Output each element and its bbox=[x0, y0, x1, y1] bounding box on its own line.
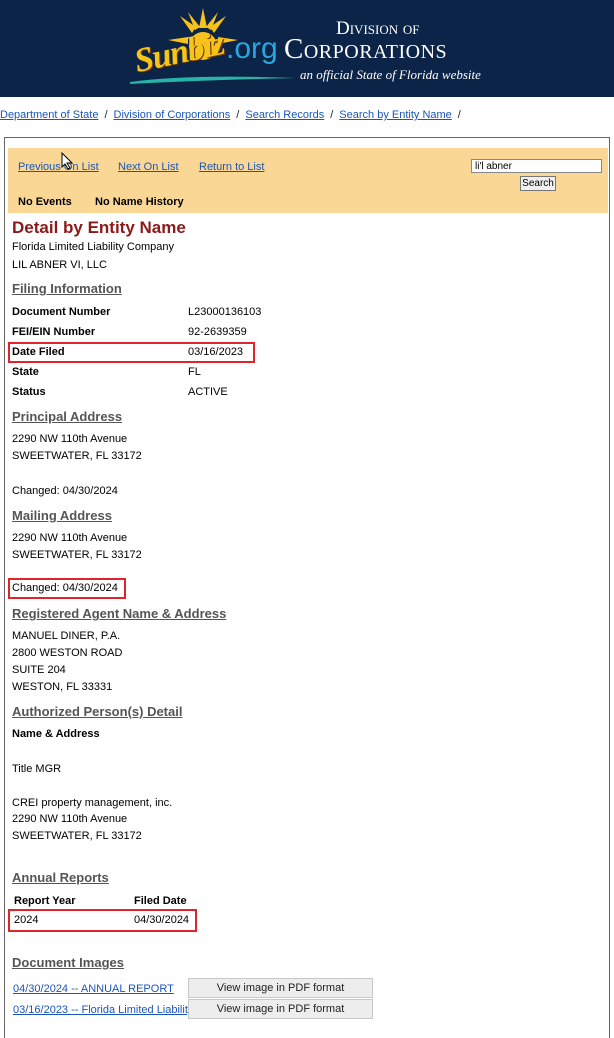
document-link-florida-llc[interactable]: 03/16/2023 -- Florida Limited Liability bbox=[13, 1004, 188, 1016]
principal-address-line1: 2290 NW 110th Avenue bbox=[12, 433, 128, 445]
org-logo-text: .org bbox=[226, 32, 278, 65]
search-input[interactable] bbox=[471, 159, 602, 173]
principal-changed-date: Changed: 04/30/2024 bbox=[12, 485, 118, 497]
swoosh-icon bbox=[130, 76, 296, 84]
principal-address-line2: SWEETWATER, FL 33172 bbox=[12, 450, 142, 462]
breadcrumb-department-of-state[interactable]: Department of State bbox=[0, 109, 98, 121]
authorized-line2: 2290 NW 110th Avenue bbox=[12, 813, 128, 825]
page-title: Detail by Entity Name bbox=[12, 218, 186, 237]
annual-report-highlight-box bbox=[8, 909, 197, 932]
corporations-text: Corporations bbox=[284, 33, 448, 65]
agent-line3: SUITE 204 bbox=[12, 664, 66, 676]
fei-ein-number-label: FEI/EIN Number bbox=[12, 326, 96, 338]
authorized-title: Title MGR bbox=[12, 763, 62, 775]
document-number-value: L23000136103 bbox=[188, 306, 262, 318]
search-button[interactable]: Search bbox=[520, 176, 556, 191]
report-year-column-header: Report Year bbox=[14, 895, 76, 907]
previous-on-list-link[interactable]: Previous On List bbox=[18, 161, 99, 173]
name-address-subheading: Name & Address bbox=[12, 728, 100, 740]
mouse-cursor-icon bbox=[61, 152, 73, 170]
filing-information-heading: Filing Information bbox=[12, 281, 122, 296]
authorized-line3: SWEETWATER, FL 33172 bbox=[12, 830, 142, 842]
return-to-list-link[interactable]: Return to List bbox=[199, 161, 264, 173]
entity-name: LIL ABNER VI, LLC bbox=[12, 259, 107, 271]
annual-reports-heading: Annual Reports bbox=[12, 870, 109, 885]
entity-type: Florida Limited Liability Company bbox=[12, 241, 175, 253]
no-name-history-label: No Name History bbox=[95, 196, 184, 208]
document-images-heading: Document Images bbox=[12, 955, 124, 970]
breadcrumb-division-of-corporations[interactable]: Division of Corporations bbox=[114, 109, 231, 121]
navigation-bar: Previous On List Next On List Return to … bbox=[8, 148, 608, 213]
document-link-annual-report[interactable]: 04/30/2024 -- ANNUAL REPORT bbox=[13, 983, 188, 995]
agent-line1: MANUEL DINER, P.A. bbox=[12, 630, 121, 642]
view-pdf-button[interactable]: View image in PDF format bbox=[188, 999, 373, 1019]
mailing-address-line2: SWEETWATER, FL 33172 bbox=[12, 549, 142, 561]
registered-agent-heading: Registered Agent Name & Address bbox=[12, 606, 227, 621]
state-value: FL bbox=[188, 366, 201, 378]
mailing-address-heading: Mailing Address bbox=[12, 508, 112, 523]
site-banner: Sunbiz .org Division of Corporations an … bbox=[0, 0, 614, 97]
status-label: Status bbox=[12, 386, 46, 398]
next-on-list-link[interactable]: Next On List bbox=[118, 161, 179, 173]
view-pdf-button[interactable]: View image in PDF format bbox=[188, 978, 373, 998]
mailing-changed-highlight-box bbox=[8, 578, 126, 599]
principal-address-heading: Principal Address bbox=[12, 409, 123, 424]
fei-ein-number-value: 92-2639359 bbox=[188, 326, 247, 338]
status-value: ACTIVE bbox=[188, 386, 228, 398]
agent-line4: WESTON, FL 33331 bbox=[12, 681, 113, 693]
breadcrumb-search-by-entity-name[interactable]: Search by Entity Name bbox=[339, 109, 452, 121]
mailing-address-line1: 2290 NW 110th Avenue bbox=[12, 532, 128, 544]
authorized-persons-heading: Authorized Person(s) Detail bbox=[12, 704, 183, 719]
state-label: State bbox=[12, 366, 39, 378]
document-number-label: Document Number bbox=[12, 306, 111, 318]
breadcrumb: Department of State / Division of Corporat… bbox=[0, 109, 461, 121]
breadcrumb-search-records[interactable]: Search Records bbox=[245, 109, 324, 121]
filed-date-column-header: Filed Date bbox=[134, 895, 187, 907]
no-events-label: No Events bbox=[18, 196, 72, 208]
authorized-line1: CREI property management, inc. bbox=[12, 797, 173, 809]
tagline: an official State of Florida website bbox=[300, 67, 481, 82]
date-filed-highlight-box bbox=[8, 342, 255, 363]
agent-line2: 2800 WESTON ROAD bbox=[12, 647, 123, 659]
